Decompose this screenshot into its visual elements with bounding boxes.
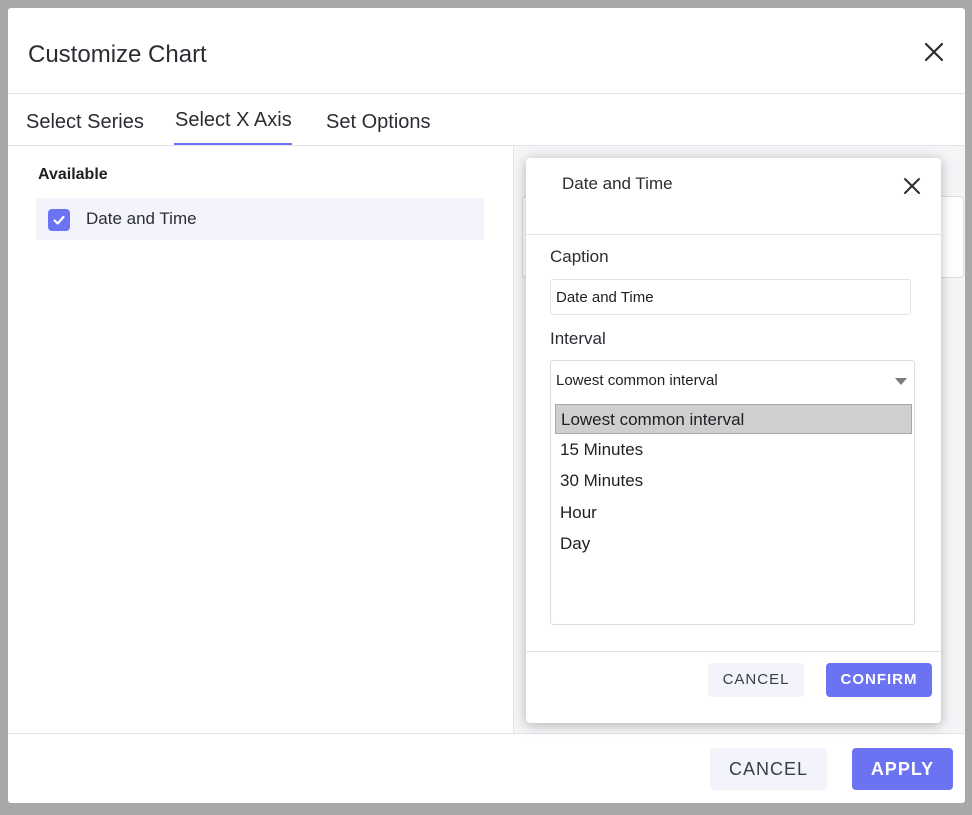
confirm-button[interactable]: CONFIRM <box>826 663 932 697</box>
chevron-down-icon <box>895 378 907 385</box>
footer-divider <box>8 733 965 734</box>
tab-select-series[interactable]: Select Series <box>26 111 144 134</box>
tab-select-x-axis[interactable]: Select X Axis <box>175 109 292 132</box>
axis-settings-popup: Date and Time Caption Interval Lowest co… <box>526 158 941 723</box>
popup-title: Date and Time <box>562 174 673 193</box>
interval-option[interactable]: Lowest common interval <box>555 404 912 434</box>
checkbox-date-and-time[interactable] <box>48 209 70 231</box>
available-label: Available <box>38 166 108 183</box>
interval-options-list: Lowest common interval 15 Minutes 30 Min… <box>550 401 915 625</box>
dialog-title: Customize Chart <box>28 41 207 68</box>
available-pane: Available Date and Time <box>8 146 513 733</box>
popup-footer-divider <box>526 651 941 652</box>
list-item-label: Date and Time <box>86 209 197 228</box>
caption-input[interactable] <box>550 279 911 315</box>
interval-label: Interval <box>550 329 606 348</box>
interval-select[interactable]: Lowest common interval <box>550 360 915 402</box>
interval-option[interactable]: Day <box>555 529 906 559</box>
popup-cancel-button[interactable]: CANCEL <box>708 663 804 697</box>
interval-option[interactable]: Hour <box>555 498 906 528</box>
checkmark-icon <box>53 215 65 225</box>
popup-header-divider <box>526 234 941 235</box>
interval-option[interactable]: 30 Minutes <box>555 466 906 496</box>
header-divider <box>8 93 965 94</box>
interval-select-value: Lowest common interval <box>556 372 718 389</box>
caption-label: Caption <box>550 247 609 266</box>
cancel-button[interactable]: CANCEL <box>710 748 827 790</box>
apply-button[interactable]: APPLY <box>852 748 953 790</box>
list-item[interactable]: Date and Time <box>36 198 484 240</box>
close-icon[interactable] <box>903 177 921 195</box>
tab-set-options[interactable]: Set Options <box>326 111 431 134</box>
interval-option[interactable]: 15 Minutes <box>555 435 906 465</box>
close-icon[interactable] <box>922 40 946 64</box>
